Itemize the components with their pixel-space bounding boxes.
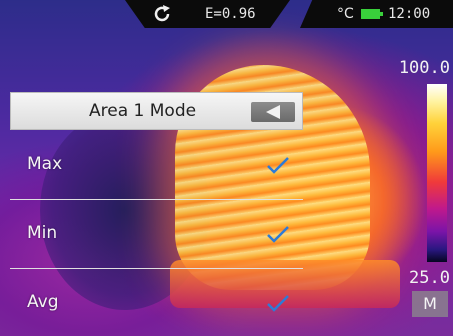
menu-item-label: Max xyxy=(27,154,63,174)
temperature-unit: °C xyxy=(337,6,354,22)
scale-min-value: 25.0 xyxy=(409,268,450,288)
menu-item-label: Avg xyxy=(27,292,59,312)
status-bar: E=0.96 °C 12:00 xyxy=(0,0,453,30)
battery-icon xyxy=(361,9,383,19)
menu-header: Area 1 Mode xyxy=(10,92,303,130)
checkmark-icon xyxy=(267,157,289,174)
divider xyxy=(10,199,303,200)
emissivity-value: E=0.96 xyxy=(205,6,256,22)
checkmark-icon xyxy=(267,295,289,312)
menu-item-min[interactable]: Min xyxy=(10,207,303,265)
menu-item-max[interactable]: Max xyxy=(10,138,303,196)
refresh-icon[interactable] xyxy=(152,4,172,24)
menu-item-label: Min xyxy=(27,223,58,243)
divider xyxy=(10,268,303,269)
scale-max-value: 100.0 xyxy=(398,58,450,78)
menu-title: Area 1 Mode xyxy=(89,101,197,121)
checkmark-icon xyxy=(267,226,289,243)
clock: 12:00 xyxy=(388,6,431,22)
back-arrow-icon xyxy=(266,105,280,119)
menu-item-avg[interactable]: Avg xyxy=(10,276,303,334)
temperature-colorbar xyxy=(427,84,447,262)
range-mode-badge[interactable]: M xyxy=(412,291,448,317)
